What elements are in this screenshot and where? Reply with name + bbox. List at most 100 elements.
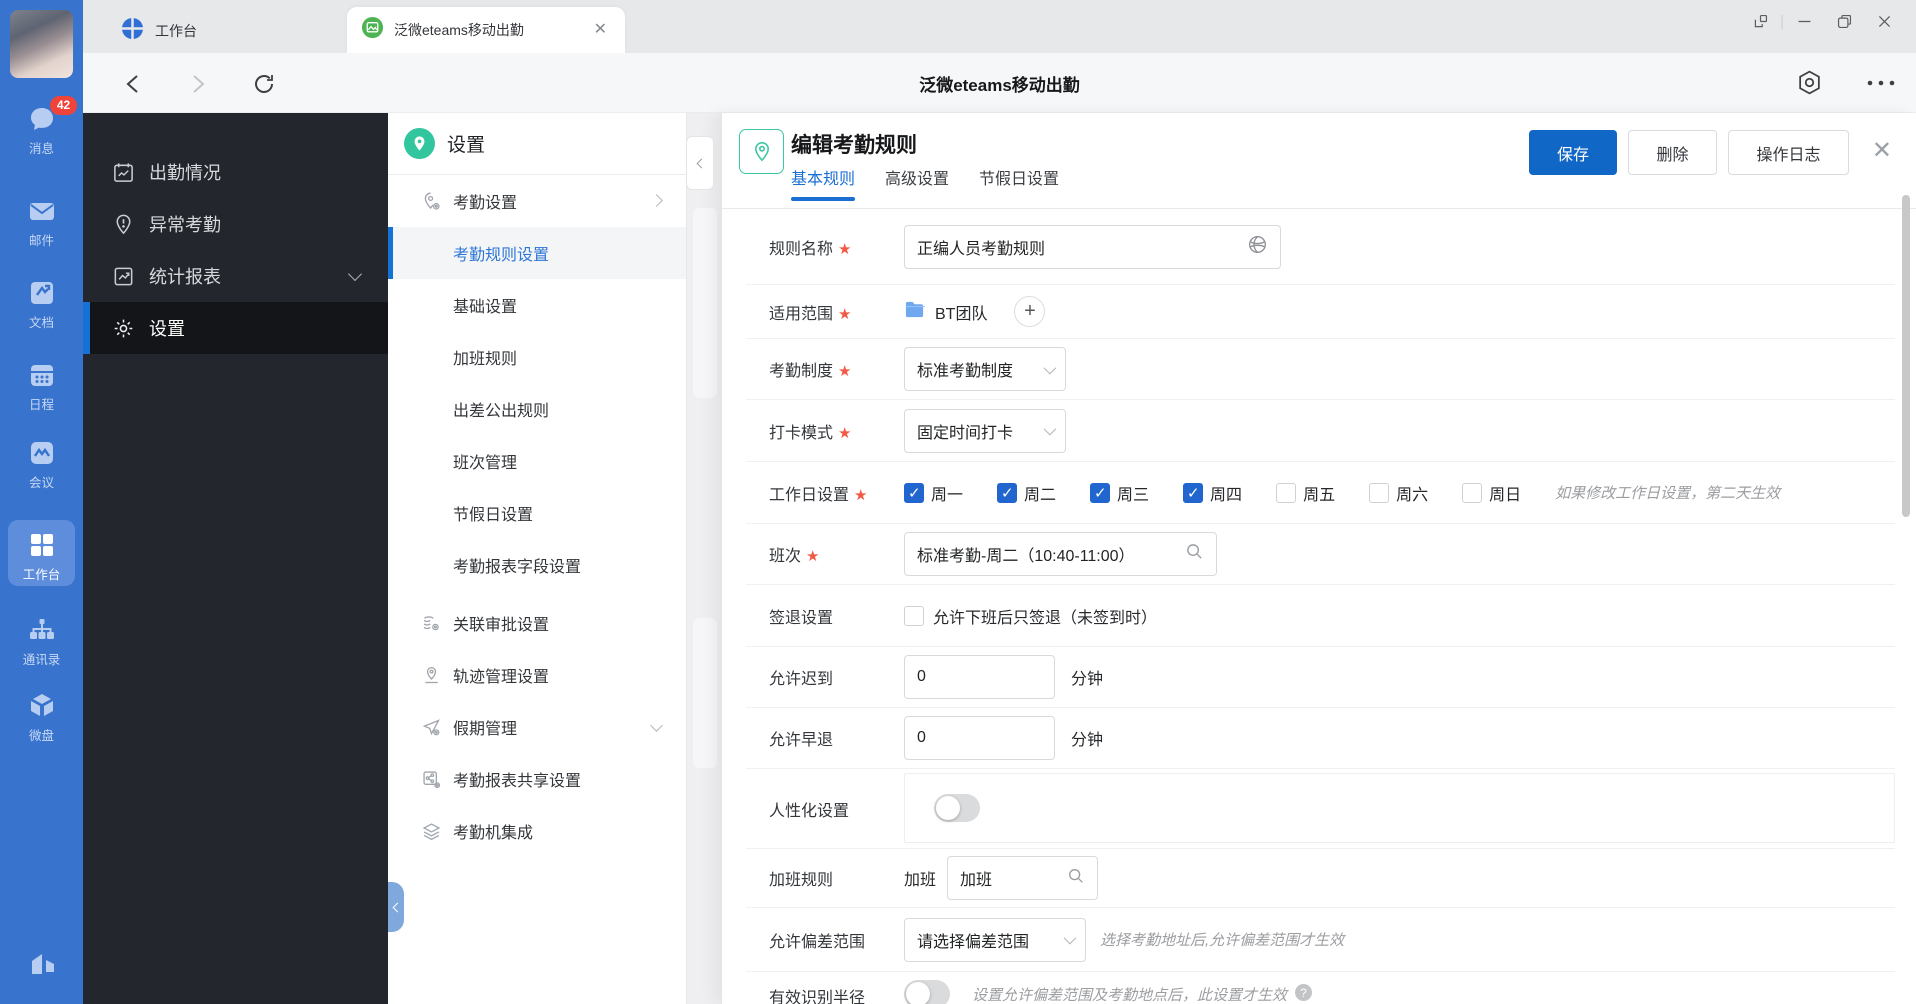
settings-item-report-sharing[interactable]: 考勤报表共享设置 [388,753,686,805]
workday-monday[interactable]: 周一 [904,481,963,505]
sidebar-item-contacts[interactable]: 通讯录 [0,615,83,668]
close-icon[interactable] [1864,0,1904,42]
settings-item-attendance-rules[interactable]: 考勤规则设置 [388,227,686,279]
attendance-status-icon [112,161,135,184]
sidebar-item-docs[interactable]: 文档 [0,278,83,331]
app-settings-icon[interactable] [1796,69,1822,95]
drive-icon [27,691,57,721]
field-label: 考勤制度 ★ [769,363,852,380]
settings-item-shift-management[interactable]: 班次管理 [388,435,686,487]
rule-name-input[interactable]: 正编人员考勤规则 [904,224,1281,269]
edit-rule-title: 编辑考勤规则 [791,134,917,157]
settings-item-holiday[interactable]: 节假日设置 [388,487,686,539]
list-collapse-tab[interactable] [686,136,714,190]
chevron-down-icon[interactable] [650,719,663,732]
checkbox-checked-icon[interactable] [1183,482,1204,503]
back-icon[interactable] [121,71,147,97]
brand-logo-icon [24,945,60,981]
tab-workbench[interactable]: 工作台 [103,8,215,53]
attendance-system-select[interactable]: 标准考勤制度 [904,347,1066,391]
workday-saturday[interactable]: 周六 [1369,481,1428,505]
menu-item-abnormal-attendance[interactable]: 异常考勤 [83,198,388,250]
deviation-hint: 选择考勤地址后,允许偏差范围才生效 [1100,932,1345,949]
checkbox-icon[interactable] [1369,482,1390,503]
settings-item-track-management[interactable]: 轨迹管理设置 [388,649,686,701]
radius-toggle[interactable] [904,980,950,1004]
workday-tuesday[interactable]: 周二 [997,481,1056,505]
checkbox-icon[interactable] [1276,482,1297,503]
checkbox-checked-icon[interactable] [997,482,1018,503]
workday-wednesday[interactable]: 周三 [1090,481,1149,505]
menu-item-attendance-status[interactable]: 出勤情况 [83,146,388,198]
tab-eteams-attendance[interactable]: 泛微eteams移动出勤 ✕ [347,7,625,53]
add-scope-button[interactable] [1014,296,1046,327]
checkbox-icon[interactable] [1462,482,1483,503]
sidebar-item-meeting[interactable]: 会议 [0,438,83,491]
field-label: 人性化设置 [769,802,850,820]
settings-item-overtime-rules[interactable]: 加班规则 [388,331,686,383]
settings-item-basic[interactable]: 基础设置 [388,279,686,331]
field-label: 适用范围 ★ [769,305,852,323]
settings-item-report-fields[interactable]: 考勤报表字段设置 [388,539,686,591]
menu-item-report[interactable]: 统计报表 [83,250,388,302]
globe-icon[interactable] [1247,234,1268,260]
scrollbar-thumb[interactable] [1902,195,1910,517]
checkbox-checked-icon[interactable] [904,482,924,503]
punch-mode-select[interactable]: 固定时间打卡 [904,408,1066,453]
humanized-toggle[interactable] [934,794,980,822]
refresh-icon[interactable] [251,71,277,97]
sidebar-item-messages[interactable]: 消息 42 [0,96,83,157]
tab-basic-rules[interactable]: 基本规则 [791,165,856,201]
tab-holiday-settings[interactable]: 节假日设置 [979,165,1059,201]
settings-item-machine-integration[interactable]: 考勤机集成 [388,805,686,857]
sidebar-item-drive[interactable]: 微盘 [0,691,83,744]
required-asterisk: ★ [806,548,820,565]
background-list-ghost [693,208,717,398]
settings-item-business-trip-rules[interactable]: 出差公出规则 [388,383,686,435]
workday-thursday[interactable]: 周四 [1183,481,1242,505]
overtime-rule-input[interactable]: 加班 [947,856,1099,900]
scope-team-chip[interactable]: BT团队 [935,300,987,324]
search-icon[interactable] [1185,542,1204,566]
deviation-select[interactable]: 请选择偏差范围 [904,917,1086,962]
late-minutes-input[interactable]: 0 [904,655,1055,699]
delete-button[interactable]: 删除 [1628,130,1717,175]
more-options-icon[interactable] [1865,75,1895,101]
workday-sunday[interactable]: 周日 [1462,481,1521,505]
avatar[interactable] [10,10,73,78]
restore-icon[interactable] [1824,0,1864,42]
settings-panel-header: 设置 [388,113,686,175]
background-page-strip [687,113,721,1004]
form-row-rule-name: 规则名称 ★ 正编人员考勤规则 [746,209,1895,285]
save-button[interactable]: 保存 [1529,130,1617,175]
search-icon[interactable] [1067,867,1085,890]
checkbox-icon[interactable] [904,605,924,626]
tab-close-icon[interactable]: ✕ [590,20,611,40]
operation-log-button[interactable]: 操作日志 [1728,130,1849,175]
form-row-system: 考勤制度 ★ 标准考勤制度 [746,339,1895,400]
forward-icon[interactable] [184,71,210,97]
close-panel-icon[interactable]: ✕ [1872,139,1892,163]
question-icon[interactable]: ? [1295,984,1313,1001]
chevron-down-icon[interactable] [347,266,363,282]
settings-item-attendance-settings[interactable]: 考勤设置 [388,175,686,227]
tab-advanced-settings[interactable]: 高级设置 [885,165,949,201]
sidebar-item-workbench[interactable]: 工作台 [0,520,83,586]
panel-collapse-handle[interactable] [388,882,404,932]
field-label: 允许迟到 [769,671,834,688]
menu-item-settings[interactable]: 设置 [83,302,388,354]
early-minutes-input[interactable]: 0 [904,716,1055,760]
sidebar-item-calendar[interactable]: 日程 [0,360,83,413]
overtime-prefix-label: 加班 [904,872,937,889]
pop-out-icon[interactable] [1740,0,1780,42]
approval-link-icon [421,613,442,634]
form-row-early: 允许早退 0 分钟 [746,708,1895,769]
checkbox-checked-icon[interactable] [1090,482,1111,503]
shift-input[interactable]: 标准考勤-周二（10:40-11:00） [904,532,1217,576]
settings-item-approval-link[interactable]: 关联审批设置 [388,597,686,649]
workday-friday[interactable]: 周五 [1276,481,1335,505]
sidebar-item-mail[interactable]: 邮件 [0,196,83,249]
minimize-icon[interactable] [1784,0,1824,42]
settings-item-vacation-management[interactable]: 假期管理 [388,701,686,753]
chevron-right-icon[interactable] [650,194,663,207]
